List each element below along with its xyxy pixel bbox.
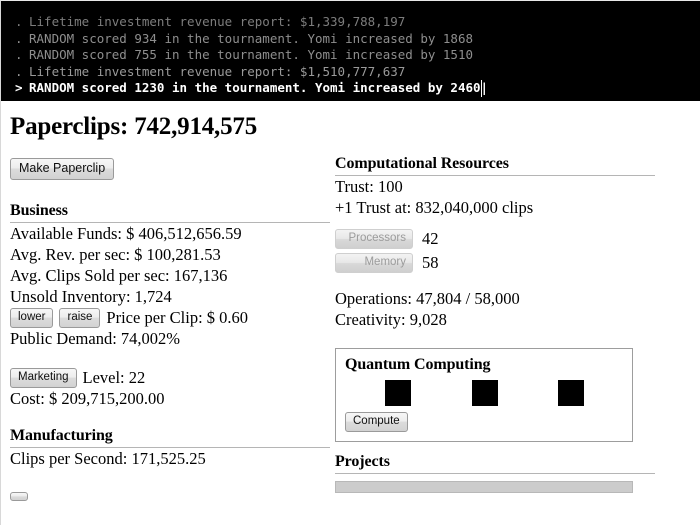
unsold-inventory: Unsold Inventory: 1,724 bbox=[10, 287, 172, 306]
console-panel: . Lifetime investment revenue report: $1,… bbox=[0, 0, 700, 101]
console-line-text: RANDOM scored 755 in the tournament. Yom… bbox=[29, 47, 474, 62]
marketing-level: Level: 22 bbox=[82, 368, 146, 387]
compute-button[interactable]: Compute bbox=[345, 412, 408, 432]
add-memory-button[interactable]: Memory bbox=[335, 253, 413, 273]
quantum-computing-panel: Quantum Computing Compute bbox=[335, 348, 633, 442]
console-line: . RANDOM scored 934 in the tournament. Yo… bbox=[15, 31, 700, 48]
console-log: . Lifetime investment revenue report: $1,… bbox=[15, 9, 700, 98]
clips-per-second: Clips per Second: 171,525.25 bbox=[10, 449, 206, 468]
console-line-marker: . bbox=[15, 63, 23, 79]
photon-chip-icon[interactable] bbox=[472, 380, 498, 406]
right-column: Computational Resources Trust: 100 +1 Tr… bbox=[335, 155, 655, 493]
project-button[interactable] bbox=[335, 481, 633, 493]
quantum-computing-heading: Quantum Computing bbox=[345, 356, 491, 373]
avg-clips-sold-per-sec: Avg. Clips Sold per sec: 167,136 bbox=[10, 266, 228, 285]
console-line-current: > RANDOM scored 1230 in the tournament. Y… bbox=[15, 80, 700, 97]
processors-row: Processors 42 bbox=[335, 229, 655, 249]
console-line-marker: . bbox=[15, 47, 23, 62]
raise-price-button[interactable]: raise bbox=[59, 307, 101, 328]
console-line: . Lifetime investment revenue report: $1,… bbox=[15, 14, 700, 31]
console-line-text: Lifetime investment revenue report: $1,5… bbox=[29, 63, 406, 79]
make-paperclip-button[interactable]: Make Paperclip bbox=[10, 158, 115, 180]
business-heading: Business bbox=[10, 202, 330, 223]
console-line-marker: . bbox=[15, 14, 23, 29]
operations-value: Operations: 47,804 / 58,000 bbox=[335, 289, 520, 308]
console-line-text: RANDOM scored 1230 in the tournament. Yo… bbox=[29, 80, 481, 95]
console-line-marker: > bbox=[15, 80, 23, 95]
photon-chip-icon[interactable] bbox=[558, 380, 584, 406]
console-line-text: Lifetime investment revenue report: $1,3… bbox=[29, 14, 406, 29]
price-per-clip-value: Price per Clip: $ 0.60 bbox=[106, 308, 249, 327]
console-line-marker: . bbox=[15, 30, 23, 46]
console-line-text: RANDOM scored 934 in the tournament. Yom… bbox=[29, 30, 474, 46]
marketing-cost: Cost: $ 209,715,200.00 bbox=[10, 389, 165, 408]
left-column: Make Paperclip Business Available Funds:… bbox=[10, 158, 330, 505]
add-processor-button[interactable]: Processors bbox=[335, 229, 413, 249]
photon-chip-icon[interactable] bbox=[385, 380, 411, 406]
avg-revenue-per-sec: Avg. Rev. per sec: $ 100,281.53 bbox=[10, 245, 221, 264]
wire-buyer-button[interactable] bbox=[10, 491, 28, 501]
computational-resources-heading: Computational Resources bbox=[335, 155, 655, 176]
console-line: . Lifetime investment revenue report: $1,… bbox=[15, 64, 700, 81]
trust-value: Trust: 100 bbox=[335, 177, 403, 196]
memory-value: 58 bbox=[422, 253, 439, 272]
console-cursor: | bbox=[480, 80, 489, 97]
next-trust-threshold: +1 Trust at: 832,040,000 clips bbox=[335, 198, 534, 217]
creativity-value: Creativity: 9,028 bbox=[335, 310, 447, 329]
price-per-clip-row: lower raise Price per Clip: $ 0.60 bbox=[10, 307, 330, 328]
projects-heading: Projects bbox=[335, 453, 655, 474]
photon-chip-row bbox=[353, 378, 623, 412]
memory-row: Memory 58 bbox=[335, 253, 655, 273]
game-body: Paperclips: 742,914,575 Make Paperclip B… bbox=[0, 101, 700, 525]
manufacturing-heading: Manufacturing bbox=[10, 427, 330, 448]
processors-value: 42 bbox=[422, 229, 439, 248]
available-funds: Available Funds: $ 406,512,656.59 bbox=[10, 224, 242, 243]
public-demand: Public Demand: 74,002% bbox=[10, 329, 181, 348]
lower-price-button[interactable]: lower bbox=[10, 307, 54, 328]
marketing-row: Marketing Level: 22 bbox=[10, 367, 330, 388]
marketing-button[interactable]: Marketing bbox=[10, 367, 77, 388]
page-title: Paperclips: 742,914,575 bbox=[10, 113, 258, 140]
console-line: . RANDOM scored 755 in the tournament. Yo… bbox=[15, 47, 700, 64]
